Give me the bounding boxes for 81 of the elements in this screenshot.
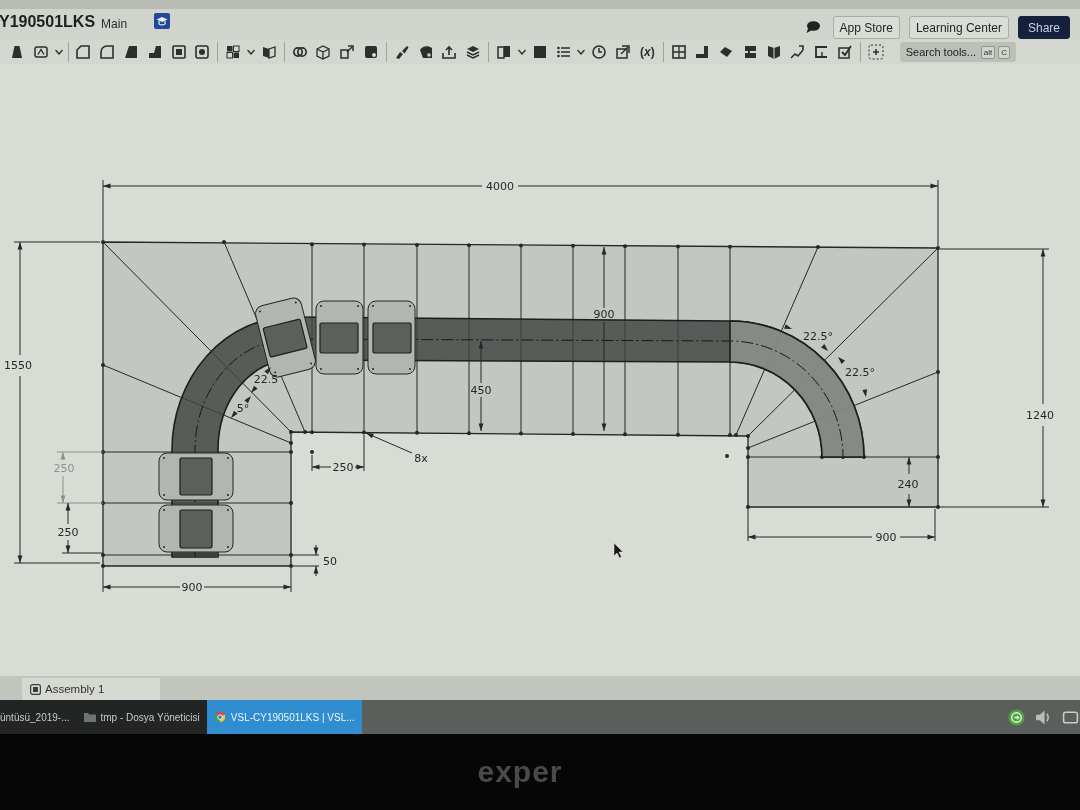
dimension-value: 4000: [486, 179, 514, 193]
overlapping-circles-icon[interactable]: [291, 44, 308, 60]
shortcut-key: alt: [980, 45, 996, 59]
layers-icon[interactable]: [465, 44, 482, 60]
taskbar-item[interactable]: tmp - Dosya Yöneticisi: [76, 700, 207, 734]
bracket-icon[interactable]: [813, 44, 830, 60]
dimension-value: 900: [875, 530, 897, 544]
frame-icon[interactable]: [170, 44, 187, 60]
blob-icon[interactable]: [417, 44, 434, 60]
shortcut-key: C: [998, 45, 1010, 59]
dimension-value: 1550: [4, 358, 32, 372]
speaker-icon[interactable]: [1035, 708, 1052, 726]
diamond-icon[interactable]: [718, 44, 735, 60]
chamfer-box-icon[interactable]: [75, 44, 92, 60]
chat-icon[interactable]: [805, 21, 820, 33]
window-icon[interactable]: [1062, 708, 1079, 726]
monitor-logo: exper: [477, 755, 563, 789]
open-book-icon[interactable]: [765, 44, 782, 60]
upload-icon[interactable]: [441, 44, 458, 60]
taskbar-item-label: VSL-CY190501LKS | VSL...: [230, 711, 355, 723]
circle-in-box-icon[interactable]: [194, 44, 211, 60]
dimension-value: 250: [53, 461, 75, 475]
assembly-icon: [30, 683, 41, 695]
dimension-value: 450: [470, 383, 492, 397]
arrow-circle-icon[interactable]: [1008, 708, 1025, 726]
leader-line: [365, 432, 413, 454]
browser-icon: [213, 711, 226, 723]
step-block-icon[interactable]: [146, 44, 163, 60]
taskbar-item-label: tmp - Dosya Yöneticisi: [100, 711, 200, 723]
box-check-icon[interactable]: [837, 44, 853, 60]
search-box[interactable]: Search tools... alt C: [899, 42, 1016, 62]
angle-value: 22.5: [253, 372, 279, 386]
cube-icon[interactable]: [315, 44, 332, 60]
dimension-line: [311, 434, 365, 472]
grid-box-icon[interactable]: [670, 44, 687, 60]
learning-center-button[interactable]: Learning Center: [908, 16, 1009, 39]
grid-icon[interactable]: [225, 44, 242, 60]
angle-marker: [231, 396, 251, 418]
callout-label: 8x: [414, 451, 428, 465]
search-field[interactable]: Search tools...: [905, 46, 978, 58]
variable-button[interactable]: (x): [639, 45, 655, 59]
pages-icon[interactable]: [495, 44, 512, 60]
wedge-icon[interactable]: [123, 44, 139, 60]
share-button[interactable]: Share: [1017, 16, 1070, 39]
book-icon[interactable]: [260, 44, 277, 60]
branch-name[interactable]: Main: [101, 17, 128, 31]
sketch-box-icon[interactable]: [32, 44, 49, 60]
caret-icon[interactable]: [577, 48, 586, 56]
taskbar-item-label: üntüsü_2019-...: [0, 711, 70, 723]
dimension-value: 1240: [1026, 408, 1054, 422]
caret-icon[interactable]: [517, 48, 526, 56]
rounded-box-icon[interactable]: [99, 44, 116, 60]
l-bracket-icon[interactable]: [694, 44, 711, 60]
add-icon[interactable]: [867, 44, 884, 60]
dimension-value: 250: [57, 525, 79, 539]
caret-icon[interactable]: [247, 48, 256, 56]
mouse-pointer-icon: [613, 542, 624, 559]
dimension-value: 900: [593, 307, 615, 321]
graduation-cap-icon[interactable]: [154, 13, 171, 29]
caret-icon[interactable]: [54, 48, 63, 56]
app-store-button[interactable]: App Store: [832, 16, 900, 39]
filled-box-icon[interactable]: [363, 44, 380, 60]
list-icon[interactable]: [555, 44, 572, 60]
folder-icon: [83, 711, 96, 723]
zigzag-arrow-icon[interactable]: [789, 44, 806, 60]
dimension-value: 50: [323, 554, 337, 568]
brush-icon[interactable]: [393, 44, 410, 60]
document-tab[interactable]: Assembly 1: [22, 678, 160, 700]
angle-value: 22.5°: [845, 365, 875, 379]
dimension-value: 250: [332, 460, 354, 474]
filled-square-icon[interactable]: [531, 44, 548, 60]
dimension-value: 900: [181, 580, 203, 594]
taskbar-item[interactable]: üntüsü_2019-...: [0, 700, 77, 734]
dimension-value: 240: [897, 477, 919, 491]
box-arrow-icon[interactable]: [339, 44, 356, 60]
external-link-icon[interactable]: [615, 44, 632, 60]
angle-value: 22.5°: [803, 329, 833, 343]
angle-value: 5°: [236, 401, 250, 415]
document-title: Y190501LKS: [0, 13, 96, 31]
tab-label: Assembly 1: [45, 683, 105, 695]
clock-icon[interactable]: [591, 44, 608, 60]
